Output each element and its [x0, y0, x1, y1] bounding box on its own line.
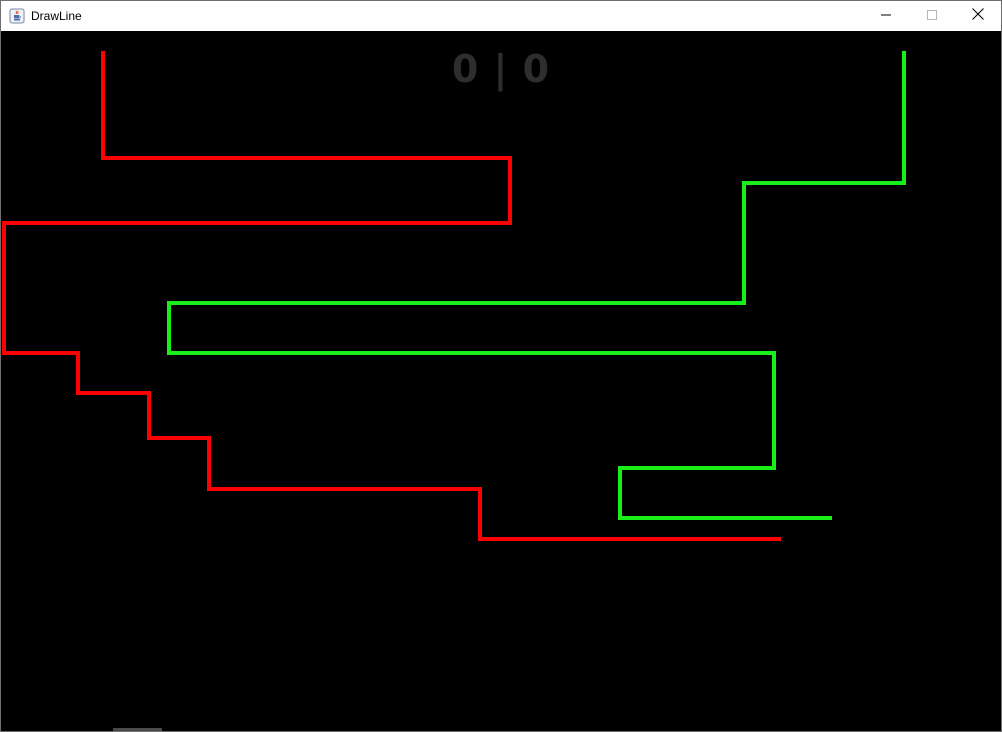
close-button[interactable] — [955, 1, 1001, 31]
red-player-trail — [2, 51, 781, 541]
title-bar[interactable]: DrawLine — [1, 1, 1001, 31]
minimize-button[interactable] — [863, 1, 909, 31]
window-controls — [863, 1, 1001, 31]
window-title: DrawLine — [31, 9, 82, 23]
game-canvas[interactable]: 0 | 0 — [1, 31, 1001, 731]
maximize-icon — [927, 7, 937, 25]
minimize-icon — [881, 7, 891, 25]
trails-layer — [2, 51, 906, 541]
score-display: 0 | 0 — [451, 47, 551, 91]
close-icon — [972, 7, 984, 25]
java-cup-icon — [9, 8, 25, 24]
scroll-indicator — [113, 728, 162, 731]
app-window: DrawLine 0 | 0 — [0, 0, 1002, 732]
green-player-trail — [167, 51, 906, 520]
maximize-button[interactable] — [909, 1, 955, 31]
